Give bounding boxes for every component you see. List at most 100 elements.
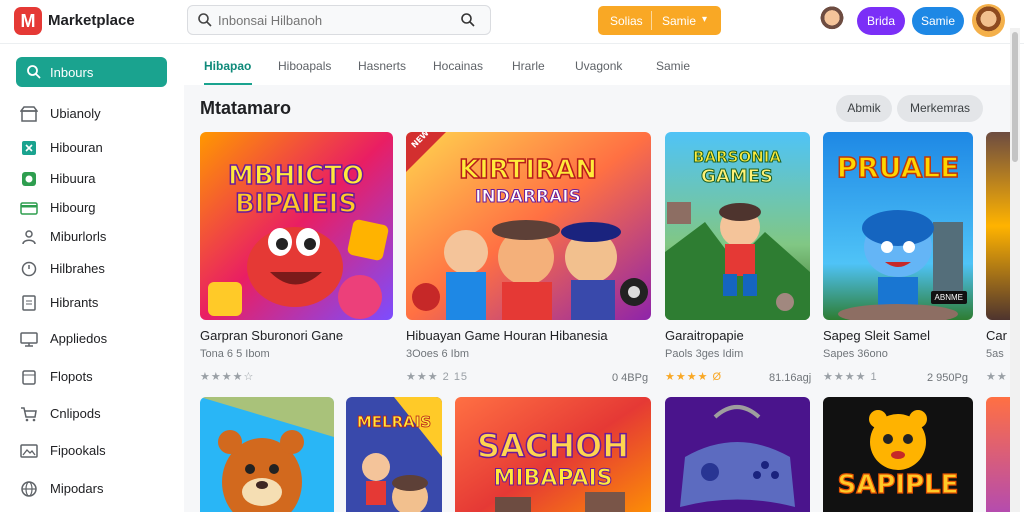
game-title[interactable]: Sapeg Sleit Samel (823, 328, 930, 343)
game-meta: 5as (986, 348, 1004, 360)
search-submit-icon[interactable] (460, 12, 476, 28)
tab-bar: Hibapao Hiboapals Hasnerts Hocainas Hrar… (184, 45, 1010, 85)
main-content: Hibapao Hiboapals Hasnerts Hocainas Hrar… (184, 45, 1010, 512)
tab-4[interactable]: Hocainas (433, 59, 483, 73)
game-card[interactable]: PRUALE ABNME Sapeg Sleit Samel Sapes 36o… (823, 132, 973, 387)
sidebar-item-label: Hibrants (50, 295, 99, 310)
search-box[interactable] (187, 5, 491, 35)
sidebar-item-label: Hibourg (50, 200, 96, 215)
game-rating: ★★★★☆ (200, 371, 255, 383)
game-art-title: MBHICTO (228, 161, 364, 191)
sidebar-item-4[interactable]: Hibourg (20, 196, 170, 220)
sidebar-item-label: Miburlorls (50, 229, 107, 244)
chevron-down-icon[interactable]: ▾ (702, 14, 707, 25)
game-card[interactable] (200, 397, 334, 512)
tab-3[interactable]: Hasnerts (358, 59, 406, 73)
game-title[interactable]: Garpran Sburonori Gane (200, 328, 343, 343)
game-thumbnail[interactable]: NEW KIRTIRAN INDARRAIS (406, 132, 651, 320)
sidebar-item-9[interactable]: Flopots (20, 365, 170, 389)
game-thumbnail[interactable]: SAPIPLE (823, 397, 973, 512)
sidebar-item-2[interactable]: Hibouran (20, 136, 170, 160)
sidebar-item-1[interactable]: Ubianoly (20, 102, 170, 126)
sidebar-item-active[interactable]: Inbours (16, 57, 167, 87)
filter-pill-1[interactable]: Abmik (836, 95, 892, 122)
sidebar-item-10[interactable]: Cnlipods (20, 402, 170, 426)
scrollbar[interactable] (1010, 28, 1020, 512)
game-card[interactable]: SACHOH MIBAPAIS (455, 397, 651, 512)
game-title[interactable]: Car (986, 328, 1007, 343)
sidebar-item-label: Flopots (50, 369, 93, 384)
game-art-title: KIRTIRAN (459, 155, 597, 185)
game-thumbnail[interactable] (665, 397, 810, 512)
game-title[interactable]: Garaitropapie (665, 328, 744, 343)
game-art-subtitle: MIBAPAIS (493, 466, 612, 491)
game-card[interactable]: SAPIPLE (823, 397, 973, 512)
sidebar-item-label: Hibuura (50, 171, 96, 186)
game-rating: ★★★ 2 15 (406, 371, 469, 383)
game-thumbnail[interactable]: PRUALE ABNME (823, 132, 973, 320)
tab-6[interactable]: Uvagonk (575, 59, 622, 73)
tab-7[interactable]: Samie (656, 59, 690, 73)
sidebar-item-8[interactable]: Appliedos (20, 327, 170, 351)
circle-icon (21, 261, 37, 277)
game-rating: ★★ (986, 371, 1008, 383)
game-size: 0 4BPg (612, 372, 649, 384)
game-card[interactable]: Car 5as ★★ (986, 132, 1010, 387)
game-meta: 3Ooes 6 Ibm (406, 348, 469, 360)
game-meta: Paols 3ges Idim (665, 348, 744, 360)
cart-icon (21, 407, 37, 422)
game-thumbnail[interactable]: MELRAIS (346, 397, 442, 512)
game-art-badge: ABNME (930, 291, 967, 304)
sidebar-item-label: Mipodars (50, 481, 104, 496)
orange-button-right[interactable]: Samie (662, 14, 696, 28)
game-card[interactable]: MELRAIS (346, 397, 442, 512)
image-icon (20, 444, 38, 458)
orange-button-left[interactable]: Solias (610, 14, 643, 28)
game-thumbnail[interactable]: MBHICTO BIPAIEIS (200, 132, 393, 320)
leaf-icon (22, 172, 36, 186)
game-card[interactable] (665, 397, 810, 512)
document-icon (22, 295, 36, 311)
app-logo[interactable]: M (14, 7, 42, 35)
avatar[interactable] (816, 5, 848, 37)
game-rating: ★★★★ 1 (823, 371, 878, 383)
tab-2[interactable]: Hiboapals (278, 59, 331, 73)
section-title: Mtatamaro (200, 98, 292, 118)
top-bar: M Marketplace Solias Samie ▾ Brida Samie (0, 0, 1024, 44)
game-card[interactable]: BARSONIA GAMES Garaitropapie Paols 3ges … (665, 132, 811, 387)
game-title[interactable]: Hibuayan Game Houran Hibanesia (406, 328, 608, 343)
scrollbar-thumb[interactable] (1012, 32, 1018, 162)
game-card[interactable]: MBHICTO BIPAIEIS Garpran Sburonori Gane … (200, 132, 393, 387)
game-thumbnail[interactable] (986, 397, 1010, 512)
tab-1[interactable]: Hibapao (204, 59, 251, 73)
game-art-subtitle: BIPAIEIS (235, 189, 357, 219)
search-icon (27, 65, 41, 79)
sidebar-item-7[interactable]: Hibrants (20, 291, 170, 315)
game-thumbnail[interactable] (986, 132, 1010, 320)
purple-button[interactable]: Brida (857, 7, 905, 35)
game-thumbnail[interactable]: SACHOH MIBAPAIS (455, 397, 651, 512)
user-avatar[interactable] (972, 4, 1005, 37)
tab-5[interactable]: Hrarle (512, 59, 545, 73)
game-art-title: SACHOH (477, 427, 629, 465)
filter-pill-2[interactable]: Merkemras (897, 95, 983, 122)
orange-split-button[interactable]: Solias Samie ▾ (598, 6, 721, 35)
box-icon (22, 370, 36, 385)
sidebar-item-12[interactable]: Mipodars (20, 477, 170, 501)
sidebar-item-11[interactable]: Fipookals (20, 439, 170, 463)
blue-button[interactable]: Samie (912, 7, 964, 35)
game-card[interactable]: NEW KIRTIRAN INDARRAIS Hibuayan Game Hou… (406, 132, 651, 387)
game-thumbnail[interactable]: BARSONIA GAMES (665, 132, 810, 320)
game-card[interactable] (986, 397, 1010, 512)
puzzle-icon (22, 141, 36, 155)
sidebar-item-5[interactable]: Miburlorls (20, 225, 170, 249)
sidebar-item-label: Ubianoly (50, 106, 101, 121)
sidebar-item-label: Cnlipods (50, 406, 101, 421)
game-thumbnail[interactable] (200, 397, 334, 512)
sidebar-item-6[interactable]: Hilbrahes (20, 257, 170, 281)
game-art-title: MELRAIS (357, 413, 431, 431)
search-input[interactable] (218, 11, 458, 29)
game-size: 2 950Pg (927, 372, 968, 384)
sidebar-item-3[interactable]: Hibuura (20, 167, 170, 191)
sidebar-item-label: Inbours (50, 65, 94, 80)
